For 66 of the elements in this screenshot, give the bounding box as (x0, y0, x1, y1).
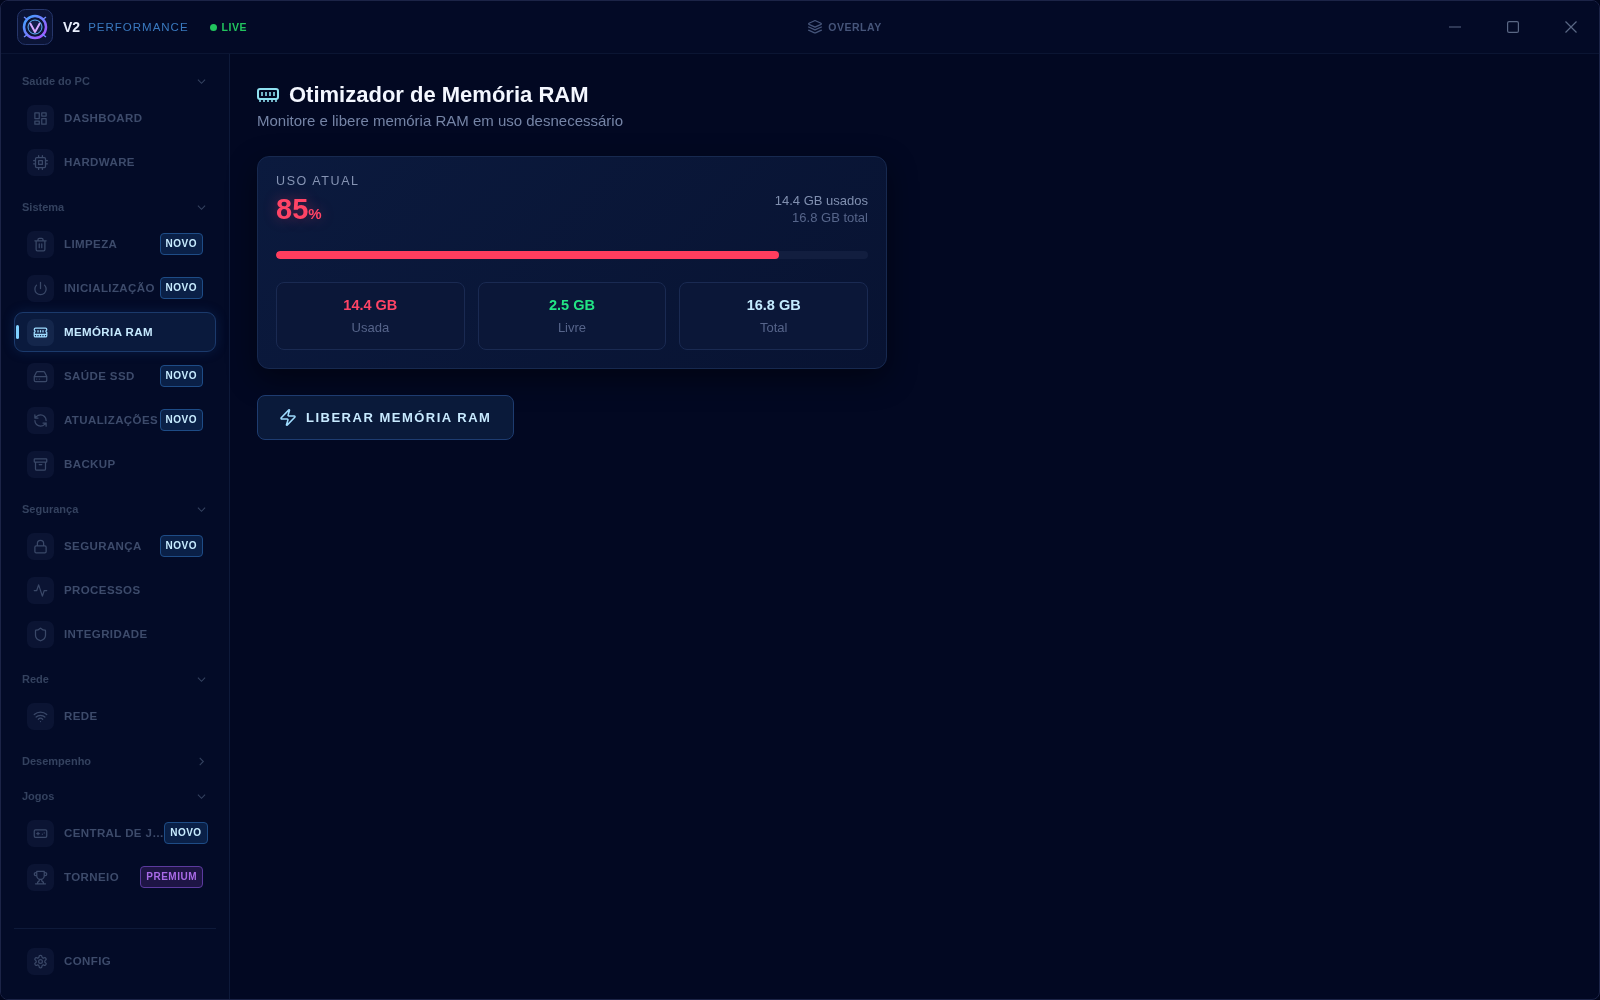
stat-value: 16.8 GB (746, 297, 801, 313)
nav-item[interactable]: CENTRAL DE J… NOVO (14, 813, 216, 853)
section-title: Sistema (22, 201, 65, 213)
lightning-icon (280, 409, 296, 426)
nav-item[interactable]: MEMÓRIA RAM (14, 312, 216, 352)
refresh-icon (27, 406, 54, 434)
new-badge: NOVO (164, 822, 208, 844)
new-badge: NOVO (159, 277, 203, 299)
page-subtitle: Monitore e libere memória RAM em uso desnecessário (257, 112, 624, 129)
lock-icon (27, 532, 54, 560)
chevron-down-icon[interactable] (197, 202, 206, 212)
stat-value: 14.4 GB (343, 297, 398, 313)
new-badge: NOVO (159, 233, 203, 255)
chevron-down-icon[interactable] (197, 76, 206, 86)
section-title: Desempenho (22, 755, 92, 767)
new-badge: NOVO (159, 365, 203, 387)
gamepad-icon (27, 819, 54, 847)
section-title: Segurança (22, 503, 79, 515)
app-tagline: PERFORMANCE (88, 21, 189, 33)
nav-item[interactable]: ATUALIZAÇÕES NOVO (14, 400, 216, 440)
nav-item[interactable]: SAÚDE SSD NOVO (14, 356, 216, 396)
app-logo (17, 9, 53, 45)
new-badge: NOVO (159, 535, 203, 557)
section-title: Rede (22, 673, 49, 685)
chevron-right-icon[interactable] (197, 756, 206, 766)
free-memory-button[interactable]: LIBERAR MEMÓRIA RAM (257, 395, 515, 440)
archive-box-icon (27, 450, 54, 478)
settings-icon (27, 947, 54, 975)
page-title: Otimizador de Memória RAM (289, 82, 589, 108)
live-label: LIVE (221, 21, 247, 33)
stat-label: Usada (351, 320, 390, 335)
close-icon[interactable] (1565, 21, 1577, 33)
total-amount: 16.8 GB total (791, 210, 868, 225)
stat-label: Livre (557, 320, 587, 335)
nav-item[interactable]: LIMPEZA NOVO (14, 224, 216, 264)
chevron-down-icon[interactable] (197, 791, 206, 801)
status-dot-icon (209, 23, 217, 31)
grid-icon (27, 104, 54, 132)
overlay-button[interactable]: OVERLAY (808, 20, 882, 34)
memory-module-icon (257, 87, 279, 103)
pulse-icon (27, 576, 54, 604)
power-icon (27, 274, 54, 302)
app-name: V2 (63, 19, 81, 35)
used-amount: 14.4 GB usados (774, 193, 868, 208)
chip-icon (27, 148, 54, 176)
nav-item[interactable]: TORNEIO PREMIUM (14, 857, 216, 897)
chevron-down-icon[interactable] (197, 674, 206, 684)
chevron-down-icon[interactable] (197, 504, 206, 514)
premium-badge: PREMIUM (140, 866, 203, 888)
wifi-icon (27, 702, 54, 730)
usage-percent: 85% (276, 192, 323, 227)
stat-label: Total (759, 320, 788, 335)
drive-icon (27, 362, 54, 390)
layers-icon (808, 20, 823, 34)
trash-icon (27, 230, 54, 258)
stat-value: 2.5 GB (549, 297, 595, 313)
memory-module-icon (27, 318, 54, 346)
maximize-icon[interactable] (1507, 21, 1519, 33)
shield-icon (27, 620, 54, 648)
new-badge: NOVO (159, 409, 203, 431)
section-title: Saúde do PC (22, 75, 90, 87)
nav-item[interactable]: SEGURANÇA NOVO (14, 526, 216, 566)
section-title: Jogos (22, 790, 55, 802)
trophy-icon (27, 863, 54, 891)
usage-label: USO ATUAL (276, 174, 360, 188)
nav-item[interactable]: INICIALIZAÇÃO NOVO (14, 268, 216, 308)
